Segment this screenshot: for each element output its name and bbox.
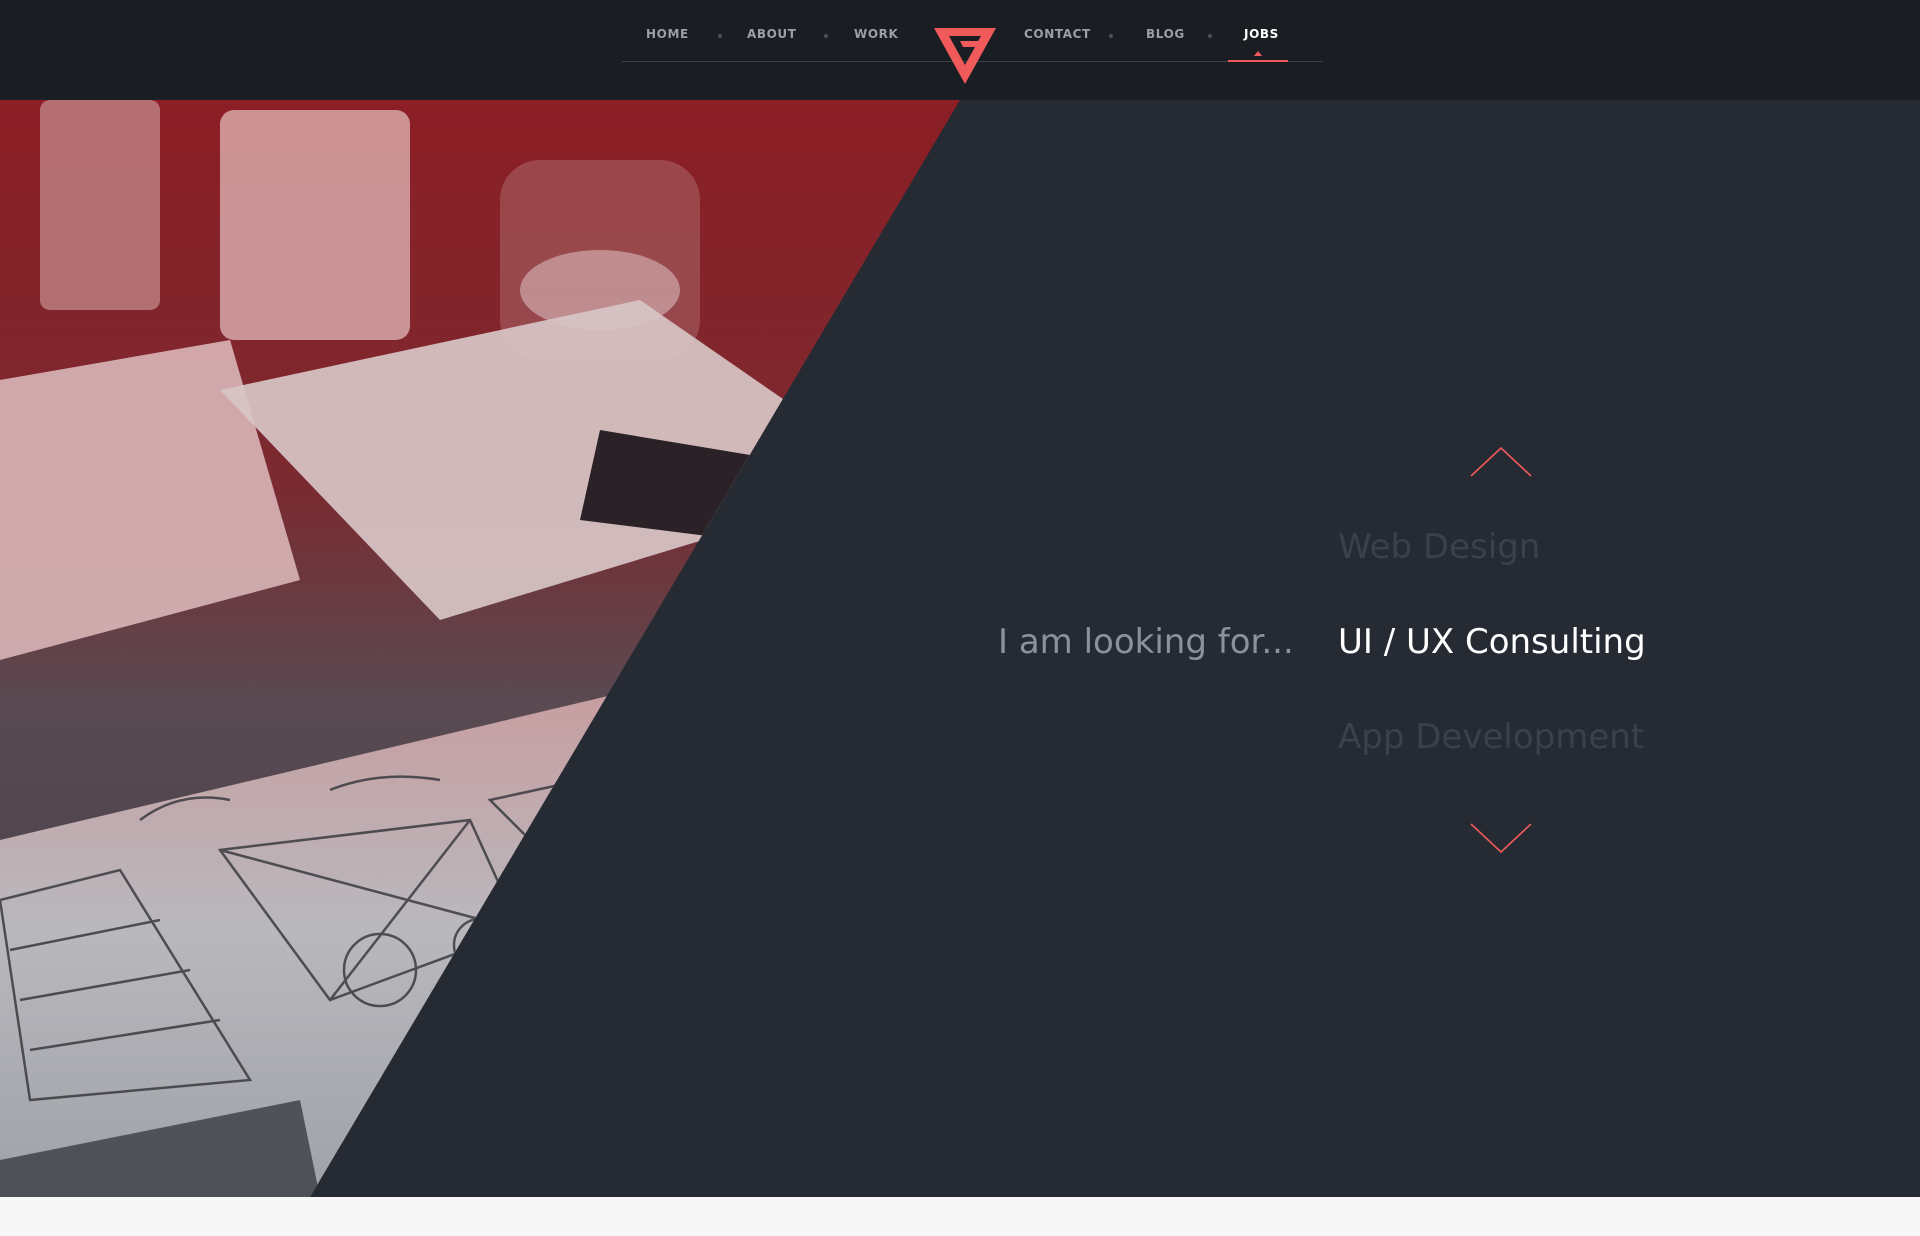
option-previous[interactable]: Web Design — [1338, 527, 1540, 567]
chevron-up-icon[interactable] — [1468, 444, 1534, 480]
triangle-v-logo-icon[interactable] — [934, 28, 996, 84]
hero-section: Web Design I am looking for... UI / UX C… — [0, 100, 1920, 1197]
nav-separator-dot — [1109, 34, 1113, 38]
option-next[interactable]: App Development — [1338, 717, 1644, 757]
nav-item-blog[interactable]: BLOG — [1146, 27, 1185, 41]
nav-item-contact[interactable]: CONTACT — [1024, 27, 1091, 41]
nav-separator-dot — [718, 34, 722, 38]
nav-item-work[interactable]: WORK — [854, 27, 898, 41]
nav-item-home[interactable]: HOME — [646, 27, 689, 41]
looking-for-label: I am looking for... — [998, 622, 1294, 662]
nav-separator-dot — [1208, 34, 1212, 38]
footer-band — [0, 1197, 1920, 1236]
top-navigation: HOME ABOUT WORK CONTACT BLOG JOBS — [0, 0, 1920, 100]
active-indicator-underline — [1228, 60, 1288, 62]
option-selected[interactable]: UI / UX Consulting — [1338, 622, 1646, 662]
nav-item-jobs[interactable]: JOBS — [1244, 27, 1279, 41]
active-indicator-caret — [1254, 51, 1262, 56]
page: HOME ABOUT WORK CONTACT BLOG JOBS Web De… — [0, 0, 1920, 1236]
nav-item-about[interactable]: ABOUT — [747, 27, 797, 41]
chevron-down-icon[interactable] — [1468, 820, 1534, 856]
nav-separator-dot — [824, 34, 828, 38]
